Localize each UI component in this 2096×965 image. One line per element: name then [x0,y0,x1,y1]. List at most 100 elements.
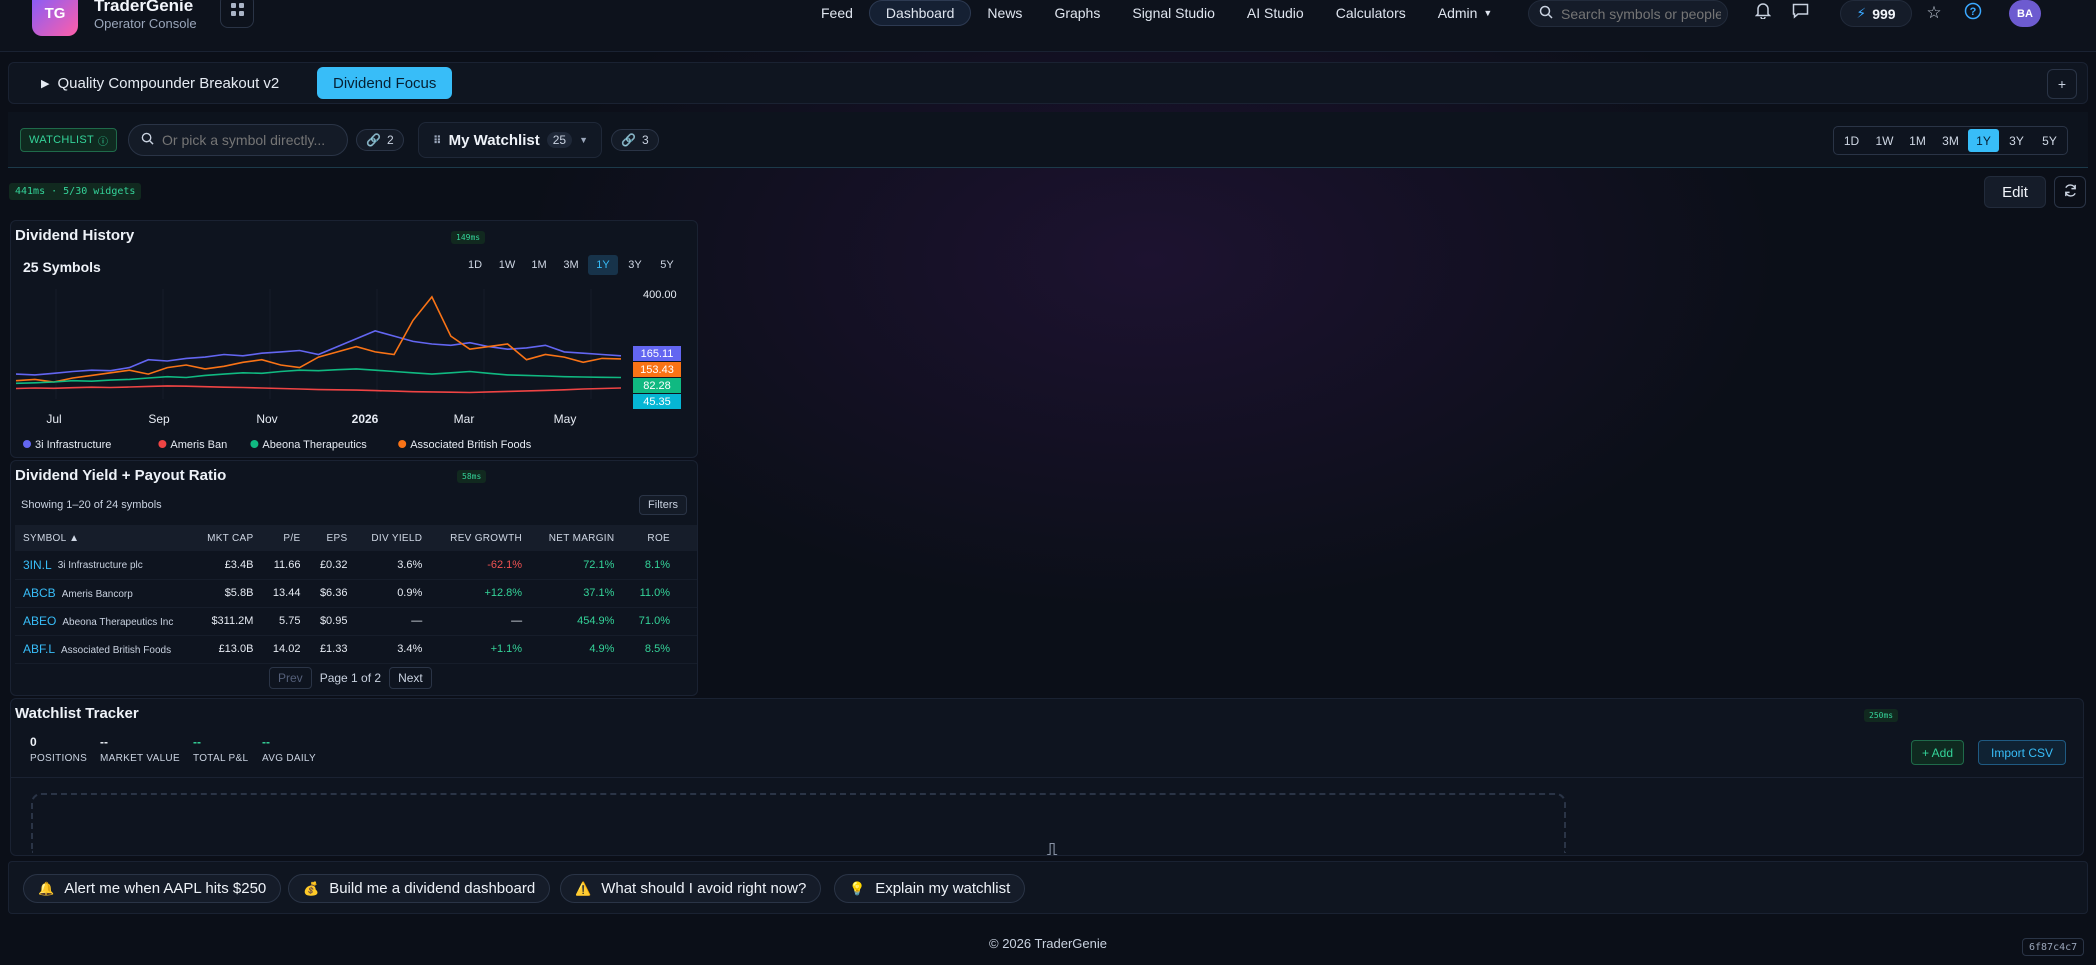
range-1y[interactable]: 1Y [1968,129,1999,152]
dividend-history-chart[interactable]: 400.00 165.11 153.43 82.28 45.35 Jul Sep Nov 20… [11,279,697,457]
add-position-button[interactable]: + Add [1911,740,1965,765]
brand-name: TraderGenie [94,0,194,15]
column-header-rev-growth[interactable]: REV GROWTH [428,525,528,551]
csv-dropzone[interactable] [31,793,1566,853]
prompt-label: Explain my watchlist [875,880,1011,897]
edit-layout-button[interactable]: Edit [1984,176,2046,208]
legend-label[interactable]: Ameris Ban [170,439,227,451]
prompt-alert-aapl[interactable]: 🔔 Alert me when AAPL hits $250 [23,874,282,903]
cell-rev-growth: -62.1% [487,558,523,571]
range-3y[interactable]: 3Y [2001,129,2032,152]
symbol-ticker[interactable]: ABF.L [23,642,55,656]
bell-icon [1754,2,1772,24]
nav-dashboard[interactable]: Dashboard [868,0,972,26]
global-range-selector: 1D 1W 1M 3M 1Y 3Y 5Y [1833,126,2068,155]
legend-label[interactable]: 3i Infrastructure [35,439,111,451]
favorites-button[interactable]: ☆ [1921,0,1947,26]
money-bag-icon: 💰 [303,880,320,896]
chart-range-1y[interactable]: 1Y [588,255,618,275]
nav-news[interactable]: News [971,1,1038,25]
caret-down-icon: ▼ [1483,8,1493,18]
table-row[interactable]: ABEO Abeona Therapeutics Inc $311.2M 5.75 $0… [15,607,697,635]
help-button[interactable]: ? [1960,0,1986,26]
prev-page-button[interactable]: Prev [269,667,312,689]
strategy-tab-quality-compounder[interactable]: ▶ Quality Compounder Breakout v2 [25,67,295,99]
legend-label[interactable]: Associated British Foods [410,439,532,451]
chart-range-3m[interactable]: 3M [556,255,586,275]
cell-pe: 14.02 [272,643,301,655]
app-logo[interactable]: TG [32,0,78,36]
symbol-picker-input[interactable] [162,132,337,148]
stat-label: TOTAL P&L [193,753,249,764]
stat-value: -- [100,735,108,749]
column-header-roe[interactable]: ROE [620,525,697,551]
range-1m[interactable]: 1M [1902,129,1933,152]
nav-admin[interactable]: Admin ▼ [1422,1,1509,25]
column-header-div-yield[interactable]: DIV YIELD [353,525,428,551]
chart-range-5y[interactable]: 5Y [652,255,682,275]
nav-feed[interactable]: Feed [805,1,869,25]
chevron-down-icon: ▼ [579,135,588,145]
chart-series-line [15,295,622,383]
play-icon: ▶ [41,77,50,90]
shared-links-chip[interactable]: 🔗 3 [611,129,659,151]
cell-symbol[interactable]: ABEO Abeona Therapeutics Inc [15,607,190,635]
column-header-eps[interactable]: EPS [306,525,353,551]
global-search[interactable] [1528,0,1728,27]
column-header-symbol[interactable]: SYMBOL ▲ [15,525,190,551]
strategy-tab-label: Quality Compounder Breakout v2 [57,74,280,92]
dividend-yield-table: SYMBOL ▲ MKT CAP P/E EPS DIV YIELD REV G… [15,525,697,664]
cell-symbol[interactable]: ABF.L Associated British Foods [15,635,190,663]
add-strategy-button[interactable]: + [2047,69,2077,99]
nav-ai-studio[interactable]: AI Studio [1231,1,1320,25]
table-row[interactable]: 3IN.L 3i Infrastructure plc £3.4B 11.66 £0.3… [15,551,697,579]
symbol-picker[interactable] [128,124,348,156]
apps-grid-button[interactable] [220,0,254,28]
prompt-explain-watchlist[interactable]: 💡 Explain my watchlist [834,874,1026,903]
chart-range-1m[interactable]: 1M [524,255,554,275]
import-csv-button[interactable]: Import CSV [1978,740,2067,765]
symbol-ticker[interactable]: 3IN.L [23,558,52,572]
credits-badge[interactable]: ⚡ 999 [1840,0,1912,27]
chart-range-1d[interactable]: 1D [460,255,490,275]
help-icon: ? [1964,2,1982,25]
watchlist-selector[interactable]: ⠿ My Watchlist 25 ▼ [418,122,602,158]
range-5y[interactable]: 5Y [2034,129,2065,152]
cell-rev-growth: +12.8% [484,587,523,599]
cell-symbol[interactable]: ABCB Ameris Bancorp [15,579,190,607]
legend-label[interactable]: Abeona Therapeutics [262,439,367,451]
notifications-button[interactable] [1750,0,1776,26]
dividend-history-widget: Dividend History 149ms 25 Symbols 1D 1W … [10,220,698,458]
table-row[interactable]: ABF.L Associated British Foods £13.0B 14.02… [15,635,697,663]
symbol-ticker[interactable]: ABCB [23,586,56,600]
chart-range-selector: 1D 1W 1M 3M 1Y 3Y 5Y [460,255,682,275]
column-header-pe[interactable]: P/E [259,525,306,551]
chart-range-1w[interactable]: 1W [492,255,522,275]
strategy-tab-dividend-focus[interactable]: Dividend Focus [317,67,453,99]
chart-range-3y[interactable]: 3Y [620,255,650,275]
user-avatar[interactable]: BA [2009,0,2041,27]
range-3m[interactable]: 3M [1935,129,1966,152]
range-1w[interactable]: 1W [1869,129,1900,152]
search-input[interactable] [1561,5,1721,22]
cell-div-yield: 3.4% [397,643,423,655]
refresh-button[interactable] [2054,176,2086,208]
linked-widgets-chip[interactable]: 🔗 2 [356,129,404,151]
symbol-ticker[interactable]: ABEO [23,614,56,628]
prompt-what-to-avoid[interactable]: ⚠️ What should I avoid right now? [560,874,822,903]
range-1d[interactable]: 1D [1836,129,1867,152]
column-header-net-margin[interactable]: NET MARGIN [528,525,620,551]
filters-button[interactable]: Filters [639,495,687,515]
prompt-dividend-dashboard[interactable]: 💰 Build me a dividend dashboard [288,874,551,903]
messages-button[interactable] [1787,0,1813,26]
table-row[interactable]: ABCB Ameris Bancorp $5.8B 13.44 $6.36 0.9% +12… [15,579,697,607]
lightning-icon: ⚡ [1856,5,1867,21]
next-page-button[interactable]: Next [389,667,432,689]
widget-title: Dividend History [15,227,135,244]
nav-signal-studio[interactable]: Signal Studio [1116,1,1231,25]
column-header-mkt-cap[interactable]: MKT CAP [190,525,259,551]
nav-calculators[interactable]: Calculators [1320,1,1422,25]
table-pagination: Prev Page 1 of 2 Next [269,667,432,689]
nav-graphs[interactable]: Graphs [1038,1,1116,25]
cell-symbol[interactable]: 3IN.L 3i Infrastructure plc [15,551,190,579]
